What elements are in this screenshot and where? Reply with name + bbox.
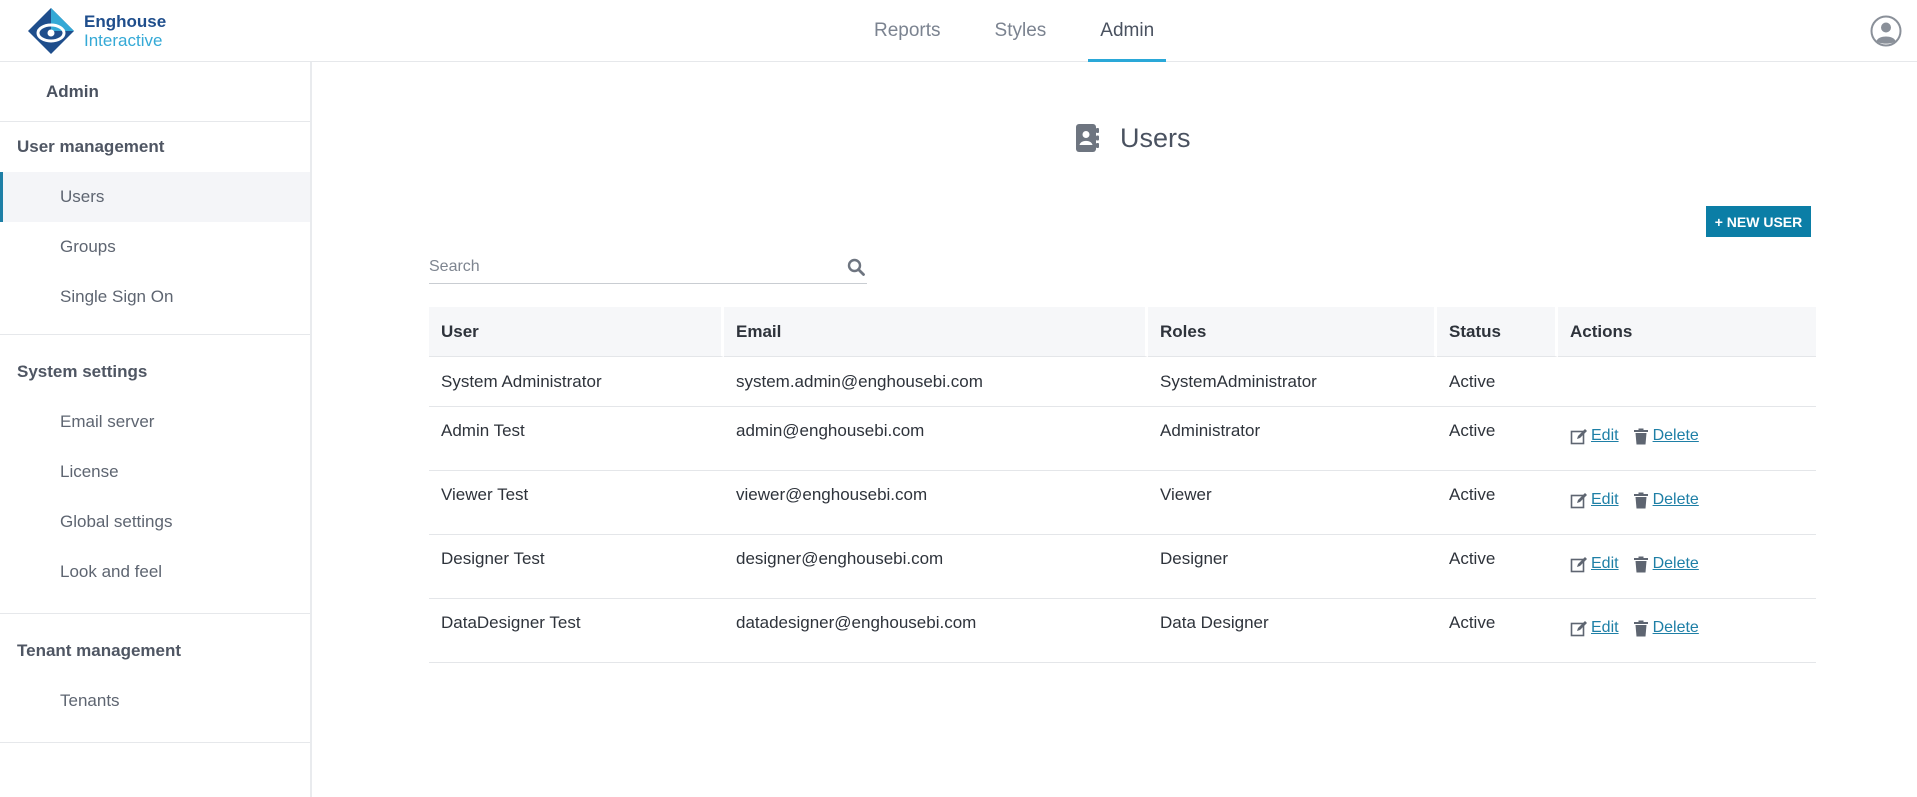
cell-status: Active: [1437, 535, 1558, 599]
cell-status: Active: [1437, 471, 1558, 535]
sidebar-item-license[interactable]: License: [0, 447, 310, 497]
cell-status: Active: [1437, 357, 1558, 407]
nav-admin[interactable]: Admin: [1088, 0, 1167, 62]
sidebar-header-system-settings: System settings: [17, 362, 148, 381]
sidebar-item-look-and-feel[interactable]: Look and feel: [0, 547, 310, 597]
trash-icon: [1633, 620, 1648, 636]
edit-label: Edit: [1591, 427, 1619, 444]
cell-status: Active: [1437, 599, 1558, 663]
delete-link[interactable]: Delete: [1632, 427, 1699, 445]
sidebar-group-user-management: User management Users Groups Single Sign…: [0, 122, 310, 335]
cell-email: viewer@enghousebi.com: [724, 471, 1148, 535]
enghouse-logo-icon: [28, 8, 74, 54]
cell-actions: Edit Delete: [1558, 535, 1816, 599]
sidebar-item-tenants[interactable]: Tenants: [0, 676, 310, 726]
users-table: User Email Roles Status Actions System A…: [429, 307, 1816, 663]
edit-icon: [1570, 492, 1587, 508]
sidebar-item-users[interactable]: Users: [0, 172, 310, 222]
sidebar-header-user-management: User management: [17, 137, 165, 156]
sidebar-item-single-sign-on[interactable]: Single Sign On: [0, 272, 310, 322]
edit-label: Edit: [1591, 555, 1619, 572]
cell-email: datadesigner@enghousebi.com: [724, 599, 1148, 663]
cell-role: SystemAdministrator: [1148, 357, 1437, 407]
table-row: Viewer Test viewer@enghousebi.com Viewer…: [429, 471, 1816, 535]
edit-label: Edit: [1591, 491, 1619, 508]
sidebar-group-system-settings: System settings Email server License Glo…: [0, 335, 310, 614]
edit-icon: [1570, 620, 1587, 636]
cell-user: Admin Test: [429, 407, 724, 471]
cell-email: system.admin@enghousebi.com: [724, 357, 1148, 407]
delete-label: Delete: [1652, 555, 1699, 572]
cell-status: Active: [1437, 407, 1558, 471]
table-row: System Administrator system.admin@enghou…: [429, 357, 1816, 407]
sidebar-header-tenant-management: Tenant management: [17, 641, 182, 660]
trash-icon: [1633, 492, 1648, 508]
nav-styles[interactable]: Styles: [983, 0, 1059, 62]
page-title: Users: [1120, 122, 1191, 153]
sidebar: Admin User management Users Groups Singl…: [0, 62, 312, 797]
enghouse-logo[interactable]: Enghouse Interactive: [26, 6, 166, 56]
cell-actions: Edit Delete: [1558, 471, 1816, 535]
table-row: Admin Test admin@enghousebi.com Administ…: [429, 407, 1816, 471]
cell-actions: [1558, 357, 1816, 407]
table-header-row: User Email Roles Status Actions: [429, 307, 1816, 357]
edit-label: Edit: [1591, 619, 1619, 636]
cell-user: Designer Test: [429, 535, 724, 599]
delete-link[interactable]: Delete: [1632, 555, 1699, 573]
edit-link[interactable]: Edit: [1570, 427, 1619, 445]
delete-label: Delete: [1652, 491, 1699, 508]
sidebar-item-global-settings[interactable]: Global settings: [0, 497, 310, 547]
search-icon[interactable]: [847, 258, 865, 276]
table-row: DataDesigner Test datadesigner@enghouseb…: [429, 599, 1816, 663]
cell-role: Viewer: [1148, 471, 1437, 535]
cell-user: Viewer Test: [429, 471, 724, 535]
table-row: Designer Test designer@enghousebi.com De…: [429, 535, 1816, 599]
delete-label: Delete: [1652, 619, 1699, 636]
edit-link[interactable]: Edit: [1570, 491, 1619, 509]
cell-actions: Edit Delete: [1558, 407, 1816, 471]
user-circle-icon[interactable]: [1870, 15, 1902, 47]
logo-text-line1: Enghouse: [84, 12, 167, 31]
column-header-roles[interactable]: Roles: [1148, 307, 1437, 357]
column-header-user[interactable]: User: [429, 307, 724, 357]
edit-icon: [1570, 428, 1587, 444]
cell-role: Designer: [1148, 535, 1437, 599]
sidebar-item-email-server[interactable]: Email server: [0, 397, 310, 447]
cell-email: designer@enghousebi.com: [724, 535, 1148, 599]
sidebar-title: Admin: [0, 62, 310, 122]
cell-role: Data Designer: [1148, 599, 1437, 663]
search-input[interactable]: [429, 252, 829, 282]
delete-label: Delete: [1652, 427, 1699, 444]
edit-link[interactable]: Edit: [1570, 555, 1619, 573]
search-box: [429, 252, 867, 284]
trash-icon: [1633, 428, 1648, 444]
delete-link[interactable]: Delete: [1632, 619, 1699, 637]
column-header-actions: Actions: [1558, 307, 1816, 357]
cell-user: System Administrator: [429, 357, 724, 407]
cell-role: Administrator: [1148, 407, 1437, 471]
address-book-icon: [1076, 124, 1099, 152]
edit-link[interactable]: Edit: [1570, 619, 1619, 637]
cell-actions: Edit Delete: [1558, 599, 1816, 663]
trash-icon: [1633, 556, 1648, 572]
column-header-status[interactable]: Status: [1437, 307, 1558, 357]
logo-text-line2: Interactive: [84, 31, 163, 50]
sidebar-item-groups[interactable]: Groups: [0, 222, 310, 272]
delete-link[interactable]: Delete: [1632, 491, 1699, 509]
edit-icon: [1570, 556, 1587, 572]
new-user-button[interactable]: + NEW USER: [1706, 206, 1811, 237]
column-header-email[interactable]: Email: [724, 307, 1148, 357]
top-nav: Reports Styles Admin: [862, 0, 1196, 62]
top-bar: Enghouse Interactive Reports Styles Admi…: [0, 0, 1917, 62]
sidebar-group-tenant-management: Tenant management Tenants: [0, 614, 310, 743]
page-title-wrap: Users: [1074, 118, 1191, 158]
nav-reports[interactable]: Reports: [862, 0, 953, 62]
cell-user: DataDesigner Test: [429, 599, 724, 663]
cell-email: admin@enghousebi.com: [724, 407, 1148, 471]
